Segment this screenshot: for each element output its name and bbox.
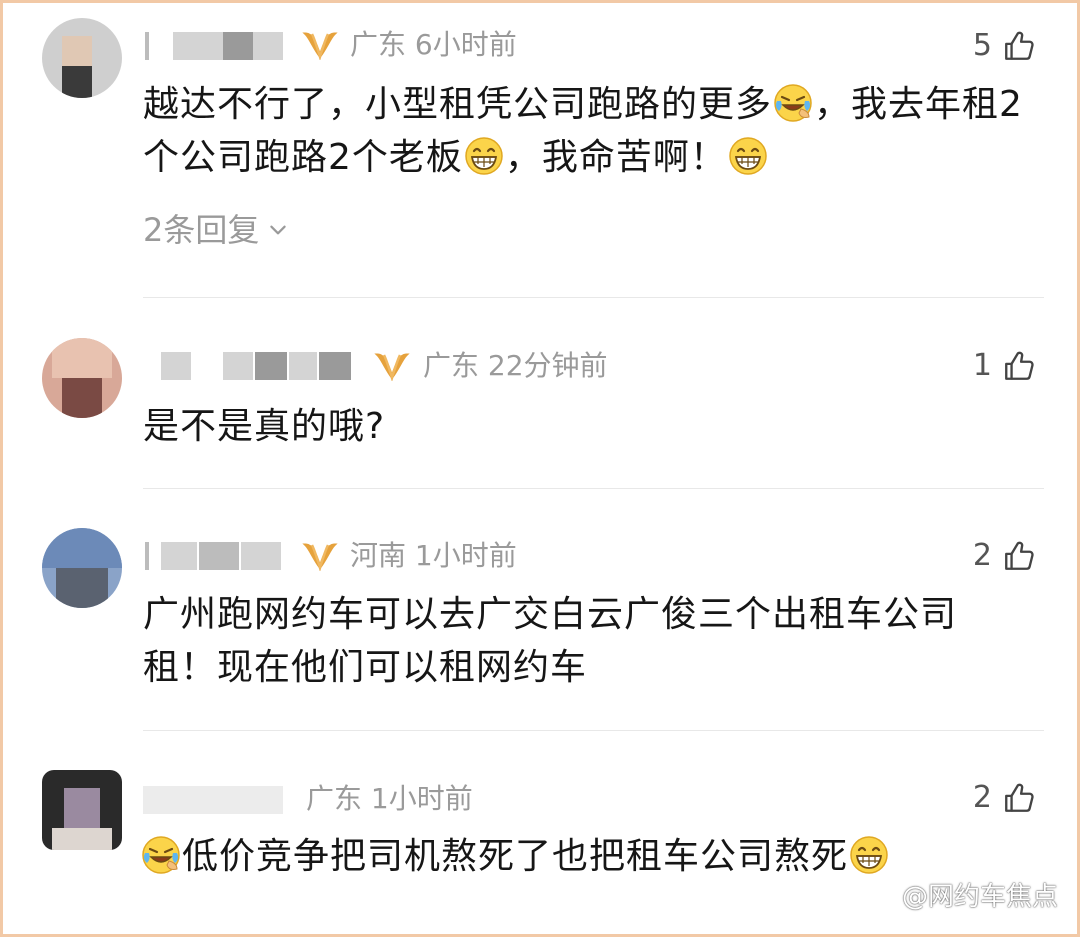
username-redacted[interactable] bbox=[143, 28, 293, 62]
thumbs-up-icon bbox=[1002, 349, 1036, 383]
thumbs-up-icon bbox=[1002, 29, 1036, 63]
divider bbox=[143, 730, 1044, 731]
avatar[interactable] bbox=[42, 528, 122, 608]
comment-meta: 广东 1小时前 bbox=[306, 782, 473, 816]
thumbs-up-icon bbox=[1002, 781, 1036, 815]
like-button[interactable]: 2 bbox=[973, 536, 1036, 576]
weibo-logo-icon bbox=[867, 887, 895, 908]
comment-text: 广州跑网约车可以去广交白云广俊三个出租车公司 租！现在他们可以租网约车 bbox=[143, 594, 958, 688]
like-count: 5 bbox=[972, 28, 992, 63]
avatar[interactable] bbox=[42, 770, 122, 850]
vip-badge-icon bbox=[302, 30, 338, 60]
like-button[interactable]: 5 bbox=[973, 26, 1036, 66]
watermark: @网约车焦点 bbox=[867, 880, 1058, 914]
timestamp: 22分钟前 bbox=[487, 349, 608, 382]
divider bbox=[143, 297, 1044, 298]
grinning-emoji bbox=[464, 136, 504, 176]
replies-label: 2条回复 bbox=[143, 211, 260, 249]
comment-meta: 广东 6小时前 bbox=[350, 28, 517, 62]
comment-text: 越达不行了，小型租凭公司跑路的更多 ，我去年租2个公司跑路2个老板 ，我命苦啊！ bbox=[143, 83, 1023, 178]
avatar[interactable] bbox=[42, 338, 122, 418]
grinning-emoji bbox=[849, 835, 889, 875]
vip-badge-icon bbox=[302, 541, 338, 571]
watermark-text: @网约车焦点 bbox=[901, 882, 1058, 912]
username-redacted[interactable] bbox=[143, 348, 363, 382]
chevron-down-icon bbox=[267, 219, 289, 241]
timestamp: 1小时前 bbox=[370, 782, 473, 815]
like-button[interactable]: 2 bbox=[973, 778, 1036, 818]
comment-meta: 河南 1小时前 bbox=[350, 539, 517, 573]
like-count: 2 bbox=[972, 780, 992, 815]
like-count: 1 bbox=[972, 348, 992, 383]
like-count: 2 bbox=[972, 538, 992, 573]
laughing-crying-emoji bbox=[773, 83, 813, 123]
location: 广东 bbox=[306, 782, 363, 815]
thumbs-up-icon bbox=[1002, 539, 1036, 573]
comment-text: 低价竞争把司机熬死了也把租车公司熬死 bbox=[140, 830, 1040, 883]
divider bbox=[143, 488, 1044, 489]
vip-badge-icon bbox=[374, 351, 410, 381]
username-redacted[interactable] bbox=[143, 538, 293, 572]
like-button[interactable]: 1 bbox=[973, 346, 1036, 386]
location: 河南 bbox=[350, 539, 407, 572]
location: 广东 bbox=[350, 28, 407, 61]
view-replies-button[interactable]: 2条回复 bbox=[143, 210, 289, 250]
username-redacted[interactable] bbox=[143, 782, 293, 816]
location: 广东 bbox=[423, 349, 480, 382]
grinning-emoji bbox=[728, 136, 768, 176]
avatar[interactable] bbox=[42, 18, 122, 98]
timestamp: 6小时前 bbox=[414, 28, 517, 61]
comment-meta: 广东 22分钟前 bbox=[423, 349, 608, 383]
timestamp: 1小时前 bbox=[414, 539, 517, 572]
laughing-crying-emoji bbox=[141, 835, 181, 875]
comment-text: 是不是真的哦? bbox=[143, 406, 386, 447]
